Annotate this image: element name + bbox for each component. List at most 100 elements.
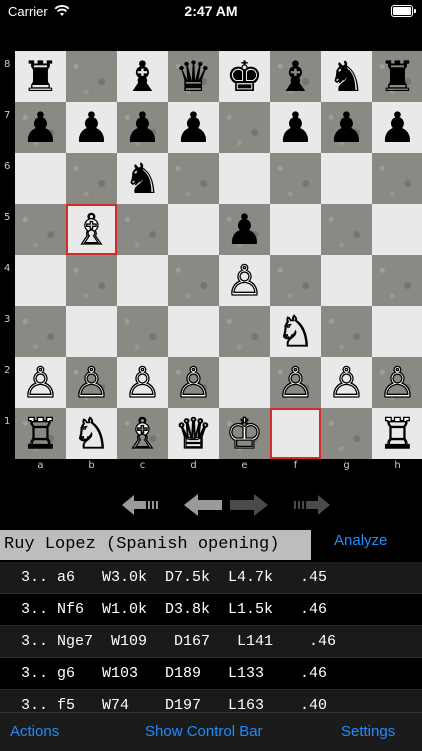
square-a6[interactable] — [15, 153, 66, 204]
square-e7[interactable] — [219, 102, 270, 153]
square-f3[interactable]: ♘ — [270, 306, 321, 357]
square-g3[interactable] — [321, 306, 372, 357]
last-move-icon[interactable] — [290, 492, 330, 518]
piece[interactable]: ♝ — [124, 55, 162, 98]
square-c4[interactable] — [117, 255, 168, 306]
piece[interactable]: ♞ — [328, 55, 366, 98]
show-control-bar-button[interactable]: Show Control Bar — [145, 723, 263, 740]
square-b2[interactable]: ♙ — [66, 357, 117, 408]
piece[interactable]: ♟ — [226, 208, 264, 251]
piece[interactable]: ♙ — [72, 360, 111, 403]
square-a2[interactable]: ♙ — [15, 357, 66, 408]
square-e1[interactable]: ♔ — [219, 408, 270, 459]
piece[interactable]: ♙ — [378, 360, 417, 403]
square-g1[interactable] — [321, 408, 372, 459]
square-c1[interactable]: ♗ — [117, 408, 168, 459]
move-row[interactable]: 3.. g6 W103 D189 L133 .46 — [0, 658, 422, 690]
square-e4[interactable]: ♙ — [219, 255, 270, 306]
square-b7[interactable]: ♟ — [66, 102, 117, 153]
piece[interactable]: ♔ — [225, 411, 264, 454]
square-h1[interactable]: ♖ — [372, 408, 422, 459]
square-g4[interactable] — [321, 255, 372, 306]
piece[interactable]: ♟ — [124, 106, 162, 149]
piece[interactable]: ♗ — [72, 207, 111, 250]
square-g6[interactable] — [321, 153, 372, 204]
square-a1[interactable]: ♖ — [15, 408, 66, 459]
actions-button[interactable]: Actions — [10, 723, 59, 740]
square-h4[interactable] — [372, 255, 422, 306]
square-b6[interactable] — [66, 153, 117, 204]
square-b8[interactable] — [66, 51, 117, 102]
square-h8[interactable]: ♜ — [372, 51, 422, 102]
piece[interactable]: ♖ — [378, 411, 417, 454]
piece[interactable]: ♛ — [175, 55, 213, 98]
piece[interactable]: ♜ — [22, 55, 60, 98]
move-row[interactable]: 3.. a6 W3.0k D7.5k L4.7k .45 — [0, 562, 422, 594]
square-b5[interactable]: ♗ — [66, 204, 117, 255]
square-f7[interactable]: ♟ — [270, 102, 321, 153]
square-h6[interactable] — [372, 153, 422, 204]
square-a7[interactable]: ♟ — [15, 102, 66, 153]
square-f5[interactable] — [270, 204, 321, 255]
square-c6[interactable]: ♞ — [117, 153, 168, 204]
piece[interactable]: ♟ — [379, 106, 417, 149]
square-d2[interactable]: ♙ — [168, 357, 219, 408]
previous-move-icon[interactable] — [184, 492, 224, 518]
square-a8[interactable]: ♜ — [15, 51, 66, 102]
first-move-icon[interactable] — [122, 492, 162, 518]
square-h5[interactable] — [372, 204, 422, 255]
square-d6[interactable] — [168, 153, 219, 204]
piece[interactable]: ♘ — [72, 411, 111, 454]
square-a3[interactable] — [15, 306, 66, 357]
chess-board[interactable]: ♜ ♝ ♛ ♚ ♝ ♞ ♜ ♟ ♟ ♟ ♟ ♟ ♟ ♟ ♞ ♗ ♟ ♙ ♘ ♙ ♙ ♙ ♙ ♙ ♙ ♙ ♖ ♘ ♗ ♕ ♔ ♖ — [15, 51, 422, 459]
square-g7[interactable]: ♟ — [321, 102, 372, 153]
square-c5[interactable] — [117, 204, 168, 255]
piece[interactable]: ♕ — [174, 411, 213, 454]
square-c3[interactable] — [117, 306, 168, 357]
piece[interactable]: ♚ — [226, 55, 264, 98]
move-row[interactable]: 3.. Nge7 W109 D167 L141 .46 — [0, 626, 422, 658]
piece[interactable]: ♝ — [277, 55, 315, 98]
square-f2[interactable]: ♙ — [270, 357, 321, 408]
square-b1[interactable]: ♘ — [66, 408, 117, 459]
square-c2[interactable]: ♙ — [117, 357, 168, 408]
piece[interactable]: ♖ — [21, 411, 60, 454]
square-e3[interactable] — [219, 306, 270, 357]
piece[interactable]: ♟ — [22, 106, 60, 149]
piece[interactable]: ♙ — [225, 258, 264, 301]
square-f6[interactable] — [270, 153, 321, 204]
piece[interactable]: ♙ — [174, 360, 213, 403]
piece[interactable]: ♙ — [123, 360, 162, 403]
piece[interactable]: ♜ — [379, 55, 417, 98]
analyze-button[interactable]: Analyze — [334, 532, 387, 549]
move-row[interactable]: 3.. Nf6 W1.0k D3.8k L1.5k .46 — [0, 594, 422, 626]
square-d8[interactable]: ♛ — [168, 51, 219, 102]
piece[interactable]: ♟ — [73, 106, 111, 149]
piece[interactable]: ♟ — [175, 106, 213, 149]
square-b3[interactable] — [66, 306, 117, 357]
piece[interactable]: ♟ — [277, 106, 315, 149]
square-g8[interactable]: ♞ — [321, 51, 372, 102]
piece[interactable]: ♘ — [276, 309, 315, 352]
square-f1[interactable] — [270, 408, 321, 459]
square-g2[interactable]: ♙ — [321, 357, 372, 408]
square-f4[interactable] — [270, 255, 321, 306]
square-e2[interactable] — [219, 357, 270, 408]
square-a5[interactable] — [15, 204, 66, 255]
move-list[interactable]: 3.. a6 W3.0k D7.5k L4.7k .45 3.. Nf6 W1.… — [0, 562, 422, 722]
square-h2[interactable]: ♙ — [372, 357, 422, 408]
next-move-icon[interactable] — [228, 492, 268, 518]
square-c8[interactable]: ♝ — [117, 51, 168, 102]
piece[interactable]: ♟ — [328, 106, 366, 149]
square-g5[interactable] — [321, 204, 372, 255]
square-a4[interactable] — [15, 255, 66, 306]
square-e5[interactable]: ♟ — [219, 204, 270, 255]
piece[interactable]: ♙ — [21, 360, 60, 403]
square-c7[interactable]: ♟ — [117, 102, 168, 153]
piece[interactable]: ♙ — [276, 360, 315, 403]
piece[interactable]: ♞ — [124, 157, 162, 200]
piece[interactable]: ♙ — [327, 360, 366, 403]
square-d1[interactable]: ♕ — [168, 408, 219, 459]
square-h3[interactable] — [372, 306, 422, 357]
settings-button[interactable]: Settings — [341, 723, 395, 740]
